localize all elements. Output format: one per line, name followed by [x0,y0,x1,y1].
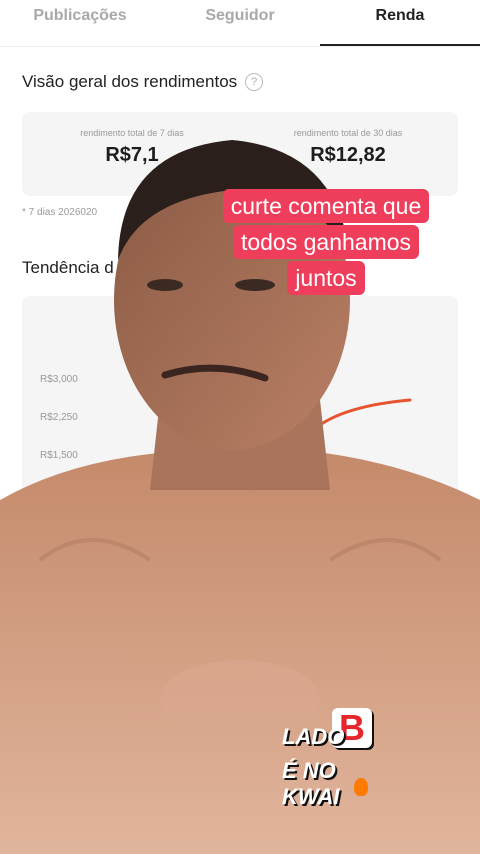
caption-line: todos ganhamos [232,225,420,259]
caption-line: curte comenta que [222,189,430,223]
trend-chart: R$3,000 R$2,250 R$1,500 [22,296,458,596]
stat-value: R$7,1 [105,144,159,166]
tab-renda[interactable]: Renda [320,0,480,46]
video-caption: curte comenta que todos ganhamos juntos [190,188,462,296]
caption-line: juntos [287,261,365,295]
stat-label: rendimento total de 30 dias [293,128,403,138]
overview-heading: Visão geral dos rendimentos ? [22,72,264,92]
stat-value: R$12,82 [310,144,386,166]
trend-title: Tendência d [22,258,114,277]
date-note: * 7 dias 2026020 [22,207,98,218]
fire-icon [354,778,368,796]
stat-30-days: rendimento total de 30 dias R$12,82 [248,128,448,167]
tab-seguidor[interactable]: Seguidor [160,0,320,46]
overview-title: Visão geral dos rendimentos [22,72,238,91]
lado-b-sticker: B LADO É NO KWAI [280,706,380,809]
earnings-summary-card: rendimento total de 7 dias R$7,1 rendime… [22,112,458,196]
help-icon[interactable]: ? [245,73,264,91]
tab-publicacoes[interactable]: Publicações [0,0,160,46]
stat-7-days: rendimento total de 7 dias R$7,1 [32,128,232,167]
stat-label: rendimento total de 7 dias [80,128,184,138]
sticker-line1: LADO [282,724,345,749]
trend-line-svg [300,398,412,446]
tab-bar: Publicações Seguidor Renda [0,0,480,47]
trend-line [300,398,412,446]
